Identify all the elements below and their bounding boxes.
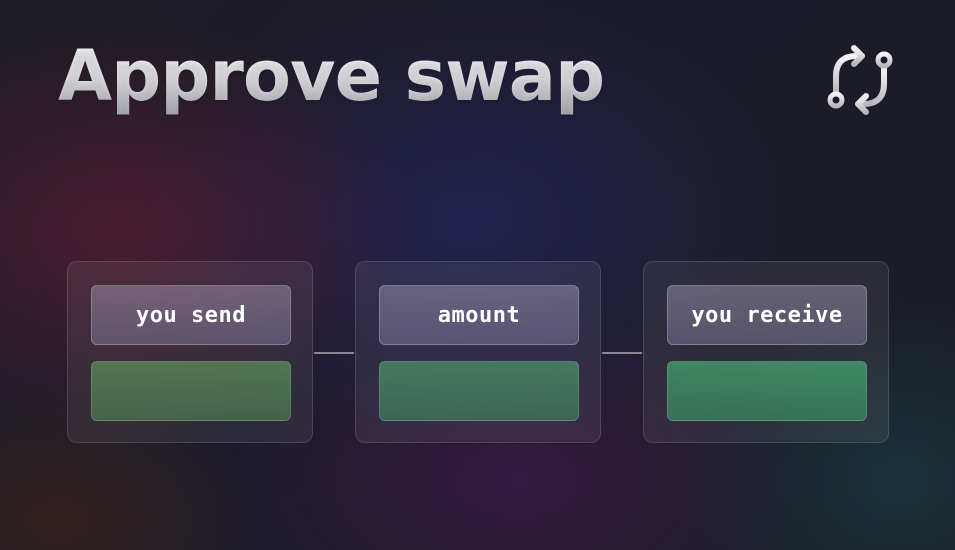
connector-line (314, 352, 354, 354)
swap-arrows-icon[interactable] (822, 42, 898, 118)
send-card: you send (67, 261, 313, 443)
receive-value-field[interactable] (667, 361, 867, 421)
receive-card: you receive (643, 261, 889, 443)
send-value-field[interactable] (91, 361, 291, 421)
amount-label: amount (379, 285, 579, 345)
amount-value-field[interactable] (379, 361, 579, 421)
connector-line (602, 352, 642, 354)
page-title: Approve swap (58, 35, 605, 117)
receive-label: you receive (667, 285, 867, 345)
send-label: you send (91, 285, 291, 345)
amount-card: amount (355, 261, 601, 443)
